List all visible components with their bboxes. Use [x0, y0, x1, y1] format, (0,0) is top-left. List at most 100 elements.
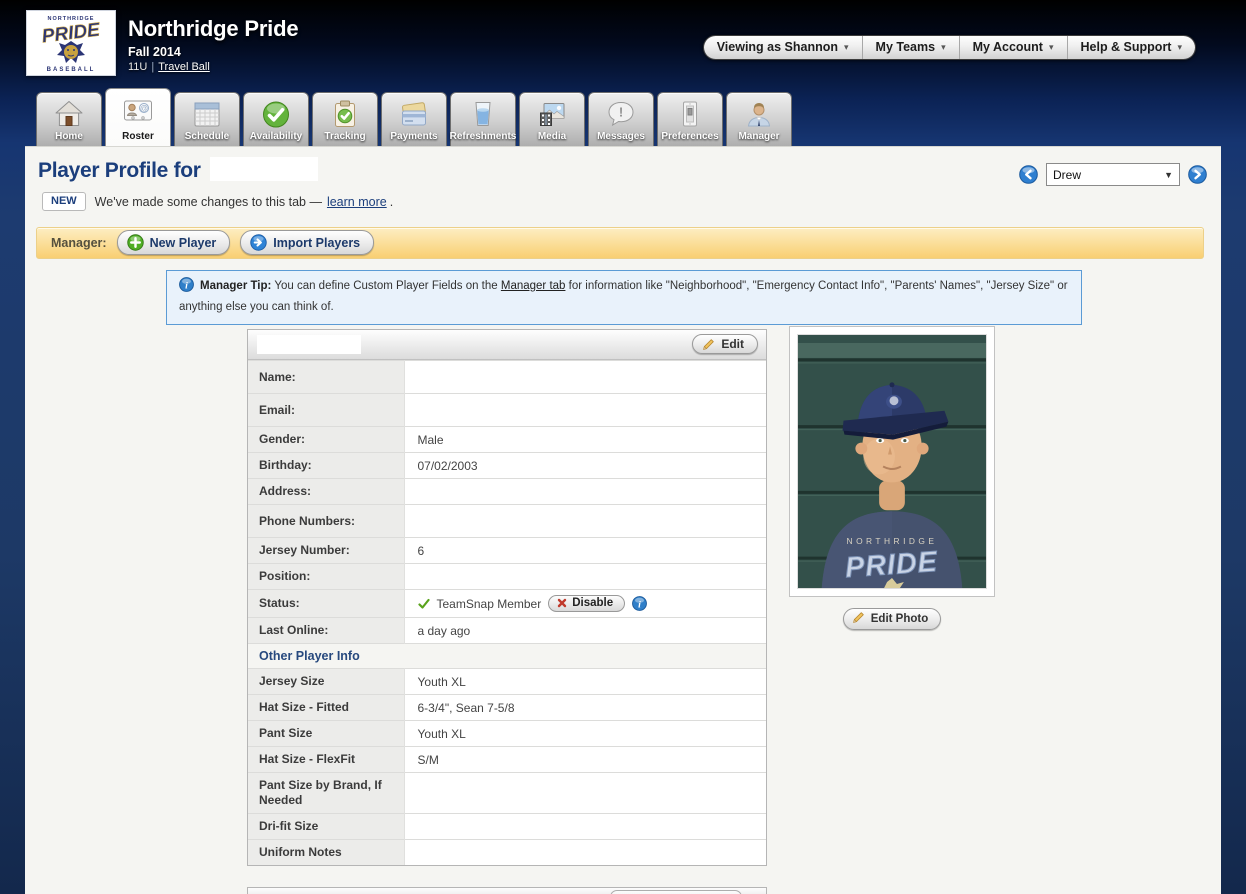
- profile-row: Hat Size - Fitted6-3/4", Sean 7-5/8: [248, 695, 766, 721]
- new-badge: NEW: [42, 192, 86, 211]
- profile-row: Email:: [248, 394, 766, 427]
- tab-label: Home: [55, 131, 83, 142]
- disable-button-label: Disable: [572, 597, 613, 609]
- learn-more-link[interactable]: learn more: [327, 195, 387, 209]
- profile-row: Name:: [248, 361, 766, 394]
- caret-down-icon: ▾: [941, 42, 946, 53]
- team-name: Northridge Pride: [128, 16, 298, 42]
- tab-roster[interactable]: @Roster: [105, 88, 171, 146]
- profile-field-value: [404, 479, 766, 505]
- profile-field-label: Hat Size - Fitted: [248, 695, 404, 721]
- page-title-text: Player Profile for: [38, 159, 201, 182]
- shirt-text-small: NORTHRIDGE: [847, 536, 938, 546]
- profile-field-value: [404, 505, 766, 538]
- next-player-button[interactable]: [1188, 165, 1207, 184]
- check-icon: [418, 598, 430, 610]
- tab-label: Messages: [597, 131, 645, 142]
- arrow-circle-icon: [250, 234, 267, 251]
- edit-photo-button[interactable]: Edit Photo: [843, 608, 942, 630]
- photo-actions: Edit Photo: [789, 608, 995, 630]
- nav-button-my-teams[interactable]: My Teams ▾: [862, 36, 959, 59]
- payments-icon: [398, 98, 430, 130]
- caret-down-icon: ▾: [1177, 42, 1182, 53]
- import-players-button[interactable]: Import Players: [240, 230, 374, 255]
- profile-field-value: Youth XL: [404, 669, 766, 695]
- profile-row: Jersey SizeYouth XL: [248, 669, 766, 695]
- preferences-icon: [674, 98, 706, 130]
- tab-tracking[interactable]: Tracking: [312, 92, 378, 146]
- nav-button-label: Help & Support: [1081, 40, 1172, 54]
- edit-button[interactable]: Edit: [692, 334, 758, 354]
- profile-field-value: [404, 814, 766, 840]
- tab-availability[interactable]: Availability: [243, 92, 309, 146]
- redacted-player-name: [211, 158, 317, 180]
- profile-field-label: Email:: [248, 394, 404, 427]
- tab-media[interactable]: Media: [519, 92, 585, 146]
- profile-row: Status:TeamSnap MemberDisablei: [248, 590, 766, 618]
- svg-text:i: i: [638, 599, 641, 610]
- svg-text:i: i: [185, 280, 188, 291]
- team-season: Fall 2014: [128, 45, 298, 59]
- profile-field-value: Male: [404, 427, 766, 453]
- league-link[interactable]: Travel Ball: [158, 61, 210, 73]
- team-logo: NORTHRIDGE PRIDE BASEBALL: [26, 10, 116, 76]
- profile-field-label: Name:: [248, 361, 404, 394]
- nav-button-label: My Teams: [876, 40, 936, 54]
- plus-circle-icon: [127, 234, 144, 251]
- profile-field-value: TeamSnap MemberDisablei: [404, 590, 766, 618]
- tip-text-before: You can define Custom Player Fields on t…: [271, 280, 501, 292]
- nav-button-viewing-as[interactable]: Viewing as Shannon▾: [704, 36, 862, 59]
- tab-label: Schedule: [185, 131, 229, 142]
- main-tabbar: Home @Roster Schedule AvailabilityTracking P…: [36, 88, 795, 146]
- nav-button-label: Viewing as Shannon: [717, 40, 838, 54]
- profile-field-value: S/M: [404, 747, 766, 773]
- profile-row: Jersey Number:6: [248, 538, 766, 564]
- manager-tab-link[interactable]: Manager tab: [501, 280, 566, 292]
- player-select[interactable]: Drew ▼: [1046, 163, 1180, 186]
- divider: |: [151, 61, 154, 73]
- profile-field-label: Last Online:: [248, 618, 404, 644]
- previous-player-button[interactable]: [1019, 165, 1038, 184]
- new-player-button[interactable]: New Player: [117, 230, 231, 255]
- edit-button-label: Edit: [721, 337, 744, 351]
- status-value: TeamSnap MemberDisablei: [418, 595, 759, 612]
- page-title: Player Profile for: [38, 158, 317, 183]
- profile-field-label: Gender:: [248, 427, 404, 453]
- app-window: NORTHRIDGE PRIDE BASEBALL Northridge Pri…: [0, 0, 1246, 894]
- tab-payments[interactable]: Payments: [381, 92, 447, 146]
- tab-manager[interactable]: Manager: [726, 92, 792, 146]
- tab-schedule[interactable]: Schedule: [174, 92, 240, 146]
- team-info: Northridge Pride Fall 2014 11U|Travel Ba…: [128, 16, 298, 73]
- account-nav: Viewing as Shannon▾My Teams▾My Account▾H…: [703, 35, 1196, 60]
- tab-messages[interactable]: ! Messages: [588, 92, 654, 146]
- profile-field-label: Dri-fit Size: [248, 814, 404, 840]
- svg-text:!: !: [619, 105, 623, 120]
- profile-field-value: a day ago: [404, 618, 766, 644]
- profile-field-value: 07/02/2003: [404, 453, 766, 479]
- pencil-icon: [852, 611, 865, 627]
- nav-button-my-account[interactable]: My Account▾: [959, 36, 1067, 59]
- section-header-row: Other Player Info: [248, 644, 766, 669]
- import-players-button-label: Import Players: [273, 236, 360, 250]
- edit-photo-label: Edit Photo: [871, 613, 929, 625]
- tab-preferences[interactable]: Preferences: [657, 92, 723, 146]
- tab-label: Media: [538, 131, 566, 142]
- next-card-top-edge: [247, 887, 767, 894]
- profile-field-value: [404, 361, 766, 394]
- info-icon[interactable]: i: [632, 596, 647, 611]
- profile-row: Pant Size by Brand, If Needed: [248, 773, 766, 814]
- home-icon: [53, 98, 85, 130]
- profile-field-label: Hat Size - FlexFit: [248, 747, 404, 773]
- tab-label: Manager: [738, 131, 779, 142]
- tab-label: Payments: [390, 131, 437, 142]
- tab-refreshments[interactable]: Refreshments: [450, 92, 516, 146]
- tab-label: Refreshments: [450, 131, 517, 142]
- disable-button[interactable]: Disable: [548, 595, 625, 612]
- player-switcher: Drew ▼: [1019, 163, 1207, 186]
- profile-field-label: Address:: [248, 479, 404, 505]
- nav-button-help-support[interactable]: Help & Support ▾: [1067, 36, 1196, 59]
- tab-home[interactable]: Home: [36, 92, 102, 146]
- new-notice-period: .: [390, 195, 393, 209]
- profile-field-label: Uniform Notes: [248, 840, 404, 866]
- player-photo: NORTHRIDGE PRIDE: [797, 334, 987, 589]
